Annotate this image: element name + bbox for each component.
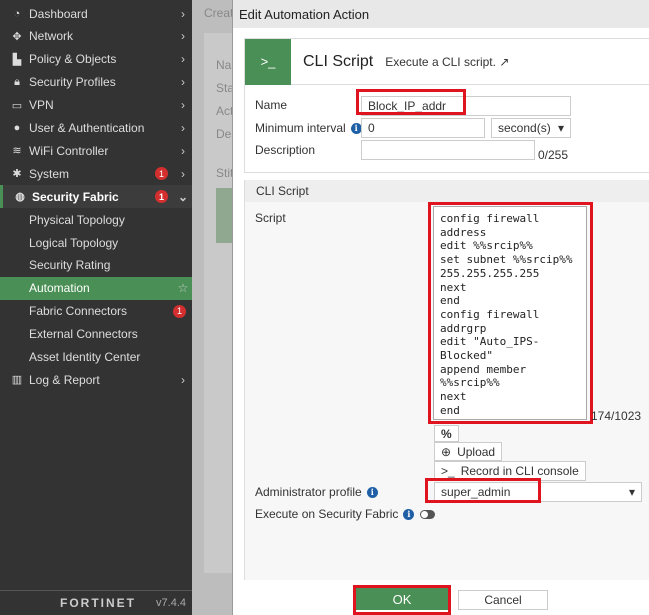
admin-profile-label: Administrator profile i [255, 485, 378, 499]
highlight [356, 89, 466, 115]
sidebar-item-label: Security Profiles [29, 75, 116, 90]
sidebar-item-asset-identity-center[interactable]: Asset Identity Center [0, 346, 192, 369]
sidebar-item-wifi-controller[interactable]: ≋ WiFi Controller › [0, 139, 192, 162]
sidebar-item-label: Dashboard [29, 6, 88, 21]
info-icon[interactable]: i [366, 486, 378, 498]
sidebar-item-security-fabric[interactable]: ◍ Security Fabric 1 ⌄ [0, 185, 192, 209]
sidebar-item-dashboard[interactable]: ◔ Dashboard › [0, 2, 192, 25]
sidebar-item-label: Security Fabric [32, 189, 119, 204]
upload-button[interactable]: ⊕ Upload [434, 442, 503, 461]
plus-circle-icon: ⊕ [441, 444, 452, 459]
interval-input[interactable]: 0 [361, 118, 485, 138]
wifi-icon: ≋ [12, 145, 22, 158]
sidebar-item-network[interactable]: ✥ Network › [0, 25, 192, 48]
chevron-right-icon: › [181, 143, 185, 158]
sidebar-item-security-rating[interactable]: Security Rating [0, 254, 192, 277]
bg-label: Stit [216, 166, 234, 180]
card-title: CLI Script [303, 52, 374, 70]
section-title: CLI Script [245, 180, 649, 202]
sidebar-item-fabric-connectors[interactable]: Fabric Connectors 1 [0, 300, 192, 323]
notification-badge: 1 [173, 304, 186, 318]
cancel-button[interactable]: Cancel [458, 590, 548, 610]
highlight [428, 202, 593, 424]
script-count: 174/1023 [591, 409, 642, 423]
sidebar-item-label: Network [29, 29, 74, 44]
policy-icon: ▙ [12, 53, 22, 66]
dashboard-icon: ◔ [13, 7, 21, 20]
sidebar-item-logical-topology[interactable]: Logical Topology [0, 231, 192, 254]
sidebar-item-vpn[interactable]: ▭ VPN › [0, 94, 192, 117]
user-icon: ● [13, 122, 21, 134]
sidebar-item-physical-topology[interactable]: Physical Topology [0, 208, 192, 231]
notification-badge: 1 [155, 167, 168, 181]
fabric-label: Execute on Security Fabric i [255, 507, 436, 521]
footer: FORTINET v7.4.4 [0, 590, 192, 615]
chevron-right-icon: › [181, 372, 185, 387]
network-icon: ✥ [12, 30, 22, 43]
sidebar-item-label: Asset Identity Center [29, 350, 141, 364]
sidebar-item-label: WiFi Controller [29, 143, 109, 158]
chevron-down-icon: ▾ [557, 121, 564, 135]
sidebar-item-label: Physical Topology [29, 212, 125, 227]
description-input[interactable] [361, 140, 535, 160]
chevron-right-icon: › [181, 6, 185, 21]
script-label: Script [255, 211, 286, 225]
terminal-icon: >_ [441, 464, 455, 478]
chevron-right-icon: › [181, 121, 185, 135]
lock-icon: 🔒︎ [14, 75, 20, 88]
card-description[interactable]: Execute a CLI script. ↗ [385, 55, 509, 69]
highlight [353, 585, 451, 615]
sidebar-item-label: Policy & Objects [29, 52, 117, 67]
sidebar-item-label: User & Authentication [29, 121, 145, 135]
version-label: v7.4.4 [156, 597, 186, 609]
sidebar-item-label: Logical Topology [29, 235, 119, 250]
chevron-right-icon: › [181, 75, 185, 90]
fortinet-logo: FORTINET [60, 596, 136, 610]
sidebar-item-log-report[interactable]: ▥ Log & Report › [0, 368, 192, 391]
chevron-right-icon: › [181, 166, 185, 181]
external-link-icon: ↗ [499, 54, 510, 69]
sidebar-item-security-profiles[interactable]: 🔒︎ Security Profiles › [0, 71, 192, 94]
bg-label: Na [216, 58, 232, 72]
sidebar-item-policy-objects[interactable]: ▙ Policy & Objects › [0, 48, 192, 71]
fabric-icon: ◍ [15, 191, 25, 204]
sidebar-item-system[interactable]: ✱ System 1 › [0, 162, 192, 185]
sidebar-item-external-connectors[interactable]: External Connectors [0, 323, 192, 346]
sidebar-item-label: Security Rating [29, 258, 111, 273]
sidebar: ◔ Dashboard › ✥ Network › ▙ Policy & Objects › 🔒︎… [0, 0, 192, 615]
notification-badge: 1 [155, 190, 168, 204]
chevron-right-icon: › [181, 98, 185, 113]
dialog-footer: OK Cancel [233, 583, 649, 615]
execute-fabric-toggle[interactable] [420, 509, 436, 519]
sidebar-item-label: Automation [29, 281, 90, 296]
variable-button[interactable]: % [434, 425, 459, 442]
chart-icon: ▥ [11, 374, 23, 387]
dialog-title: Edit Automation Action [233, 0, 649, 28]
breadcrumb: Creat [204, 6, 234, 20]
description-count: 0/255 [538, 148, 569, 162]
laptop-icon: ▭ [11, 99, 23, 112]
sidebar-item-label: Fabric Connectors [29, 304, 128, 319]
sidebar-item-automation[interactable]: Automation ☆ [0, 276, 192, 300]
sidebar-item-label: System [29, 166, 70, 181]
highlight [425, 478, 541, 503]
info-icon[interactable]: i [403, 508, 415, 520]
chevron-down-icon: ⌄ [177, 189, 189, 204]
chevron-right-icon: › [181, 29, 185, 44]
sidebar-item-label: VPN [29, 98, 54, 113]
sidebar-item-label: Log & Report [29, 372, 100, 387]
star-icon[interactable]: ☆ [174, 281, 192, 295]
chevron-right-icon: › [181, 52, 185, 67]
interval-unit-select[interactable]: second(s) ▾ [491, 118, 571, 138]
edit-automation-dialog: Edit Automation Action >_ CLI Script Exe… [232, 0, 649, 615]
interval-label: Minimum interval i [255, 121, 362, 135]
sidebar-item-label: External Connectors [29, 327, 138, 342]
description-label: Description [255, 143, 316, 157]
bg-label: Act [216, 104, 234, 118]
sidebar-item-user-authentication[interactable]: ● User & Authentication › [0, 117, 192, 140]
chevron-down-icon: ▾ [628, 485, 635, 499]
gear-icon: ✱ [12, 168, 22, 181]
terminal-icon: >_ [245, 38, 291, 85]
name-label: Name [255, 98, 288, 112]
